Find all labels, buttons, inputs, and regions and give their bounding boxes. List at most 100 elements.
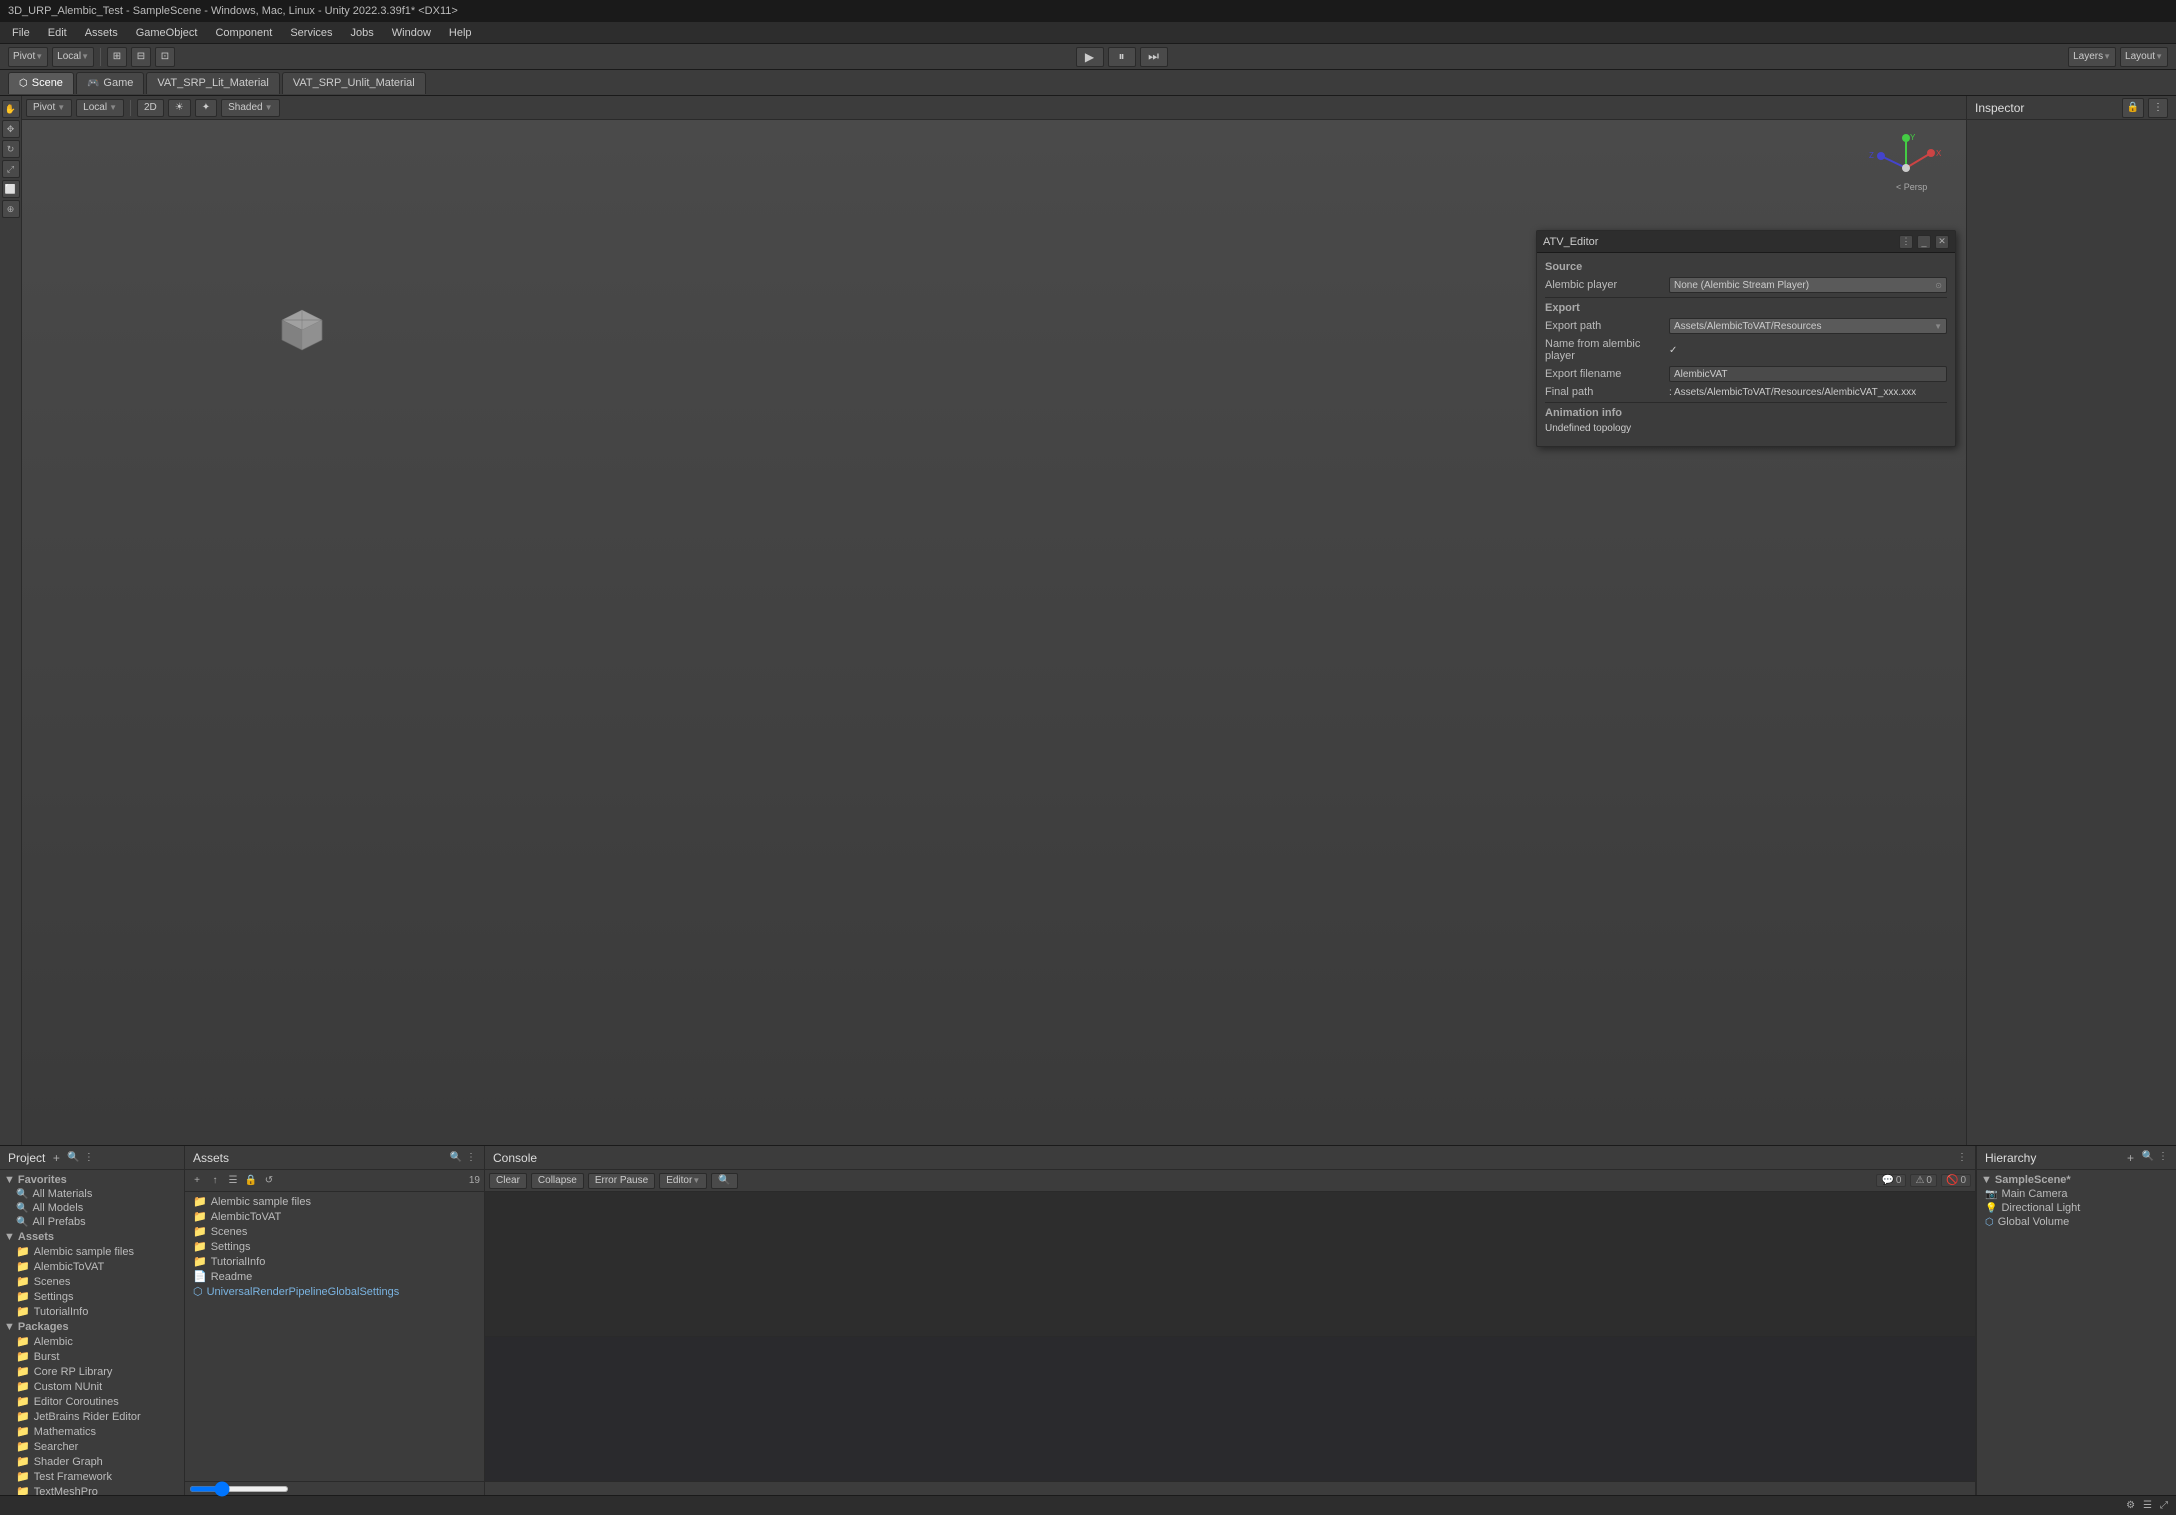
menu-jobs[interactable]: Jobs (343, 25, 382, 41)
asset-alembic-sample[interactable]: 📁 Alembic sample files (185, 1194, 484, 1209)
export-filename-field[interactable]: AlembicVAT (1669, 366, 1947, 382)
toolbar-grid-btn[interactable]: ⊞ (107, 47, 127, 67)
project-item-settings[interactable]: 📁 Settings (0, 1289, 184, 1304)
lighting-btn[interactable]: ☀ (168, 99, 191, 117)
console-error-badge[interactable]: 🚫 0 (1941, 1174, 1971, 1187)
pkg-test-framework[interactable]: 📁 Test Framework (0, 1469, 184, 1484)
layout-btn[interactable]: Layout ▼ (2120, 47, 2168, 67)
hierarchy-item-global-volume[interactable]: ⬡ Global Volume (1977, 1215, 2176, 1229)
rect-tool-btn[interactable]: ⬜ (2, 180, 20, 198)
menu-help[interactable]: Help (441, 25, 480, 41)
asset-scenes[interactable]: 📁 Scenes (185, 1224, 484, 1239)
rotate-tool-btn[interactable]: ↻ (2, 140, 20, 158)
atv-minimize-btn[interactable]: _ (1917, 235, 1931, 249)
project-search-btn[interactable]: 🔍 (67, 1152, 79, 1163)
atv-close-btn[interactable]: ✕ (1935, 235, 1949, 249)
pkg-custom-nunit[interactable]: 📁 Custom NUnit (0, 1379, 184, 1394)
console-filter-btn[interactable]: 🔍 (711, 1173, 737, 1189)
scene-section[interactable]: ▼ SampleScene* (1977, 1172, 2176, 1187)
status-settings-btn[interactable]: ⚙ (2126, 1500, 2135, 1511)
hierarchy-item-main-camera[interactable]: 📷 Main Camera (1977, 1187, 2176, 1201)
favorites-section[interactable]: ▼ Favorites (0, 1172, 184, 1187)
scene-gizmo[interactable]: X Y Z < Persp (1866, 128, 1946, 198)
assets-section[interactable]: ▼ Assets (0, 1229, 184, 1244)
atv-more-btn[interactable]: ⋮ (1899, 235, 1913, 249)
menu-component[interactable]: Component (207, 25, 280, 41)
hierarchy-item-directional-light[interactable]: 💡 Directional Light (1977, 1201, 2176, 1215)
console-clear-btn[interactable]: Clear (489, 1173, 527, 1189)
assets-refresh-btn[interactable]: ↺ (261, 1173, 277, 1189)
inspector-more-btn[interactable]: ⋮ (2148, 98, 2168, 118)
status-expand-btn[interactable]: ⤢ (2160, 1500, 2168, 1511)
assets-more-btn[interactable]: ⋮ (466, 1152, 476, 1163)
pkg-alembic[interactable]: 📁 Alembic (0, 1334, 184, 1349)
menu-file[interactable]: File (4, 25, 38, 41)
menu-window[interactable]: Window (384, 25, 439, 41)
tab-mat1[interactable]: VAT_SRP_Lit_Material (146, 72, 279, 94)
atv-titlebar[interactable]: ATV_Editor ⋮ _ ✕ (1537, 231, 1955, 253)
asset-settings[interactable]: 📁 Settings (185, 1239, 484, 1254)
step-button[interactable]: ⏭ (1140, 47, 1168, 67)
hierarchy-more-btn[interactable]: ⋮ (2158, 1151, 2168, 1165)
project-item-all-models[interactable]: 🔍 All Models (0, 1201, 184, 1215)
inspector-lock-btn[interactable]: 🔒 (2122, 98, 2144, 118)
console-error-pause-btn[interactable]: Error Pause (588, 1173, 655, 1189)
console-log-badge[interactable]: 💬 0 (1876, 1174, 1906, 1187)
menu-edit[interactable]: Edit (40, 25, 75, 41)
alembic-player-field[interactable]: None (Alembic Stream Player) ⊙ (1669, 277, 1947, 293)
toolbar-more-btn[interactable]: ⊡ (155, 47, 175, 67)
console-collapse-btn[interactable]: Collapse (531, 1173, 584, 1189)
status-layers-btn[interactable]: ☰ (2143, 1500, 2152, 1511)
layers-btn[interactable]: Layers ▼ (2068, 47, 2116, 67)
scale-tool-btn[interactable]: ⤢ (2, 160, 20, 178)
project-item-tutorialinfo[interactable]: 📁 TutorialInfo (0, 1304, 184, 1319)
local-dropdown[interactable]: Local ▼ (76, 99, 124, 117)
transform-tool-btn[interactable]: ⊕ (2, 200, 20, 218)
pkg-shader-graph[interactable]: 📁 Shader Graph (0, 1454, 184, 1469)
pkg-mathematics[interactable]: 📁 Mathematics (0, 1424, 184, 1439)
tab-mat2[interactable]: VAT_SRP_Unlit_Material (282, 72, 426, 94)
pkg-searcher[interactable]: 📁 Searcher (0, 1439, 184, 1454)
project-item-alembicvat[interactable]: 📁 AlembicToVAT (0, 1259, 184, 1274)
project-add-btn[interactable]: + (49, 1151, 63, 1165)
assets-reveal-btn[interactable]: ↑ (207, 1173, 223, 1189)
project-item-all-materials[interactable]: 🔍 All Materials (0, 1187, 184, 1201)
asset-urp-settings[interactable]: ⬡ UniversalRenderPipelineGlobalSettings (185, 1284, 484, 1299)
console-editor-dropdown[interactable]: Editor ▼ (659, 1173, 707, 1189)
project-item-all-prefabs[interactable]: 🔍 All Prefabs (0, 1215, 184, 1229)
pivot-dropdown[interactable]: Pivot ▼ (26, 99, 72, 117)
hierarchy-search-btn[interactable]: 🔍 (2142, 1151, 2154, 1165)
console-warn-badge[interactable]: ⚠ 0 (1910, 1174, 1937, 1187)
pkg-textmeshpro[interactable]: 📁 TextMeshPro (0, 1484, 184, 1495)
pkg-core-rp[interactable]: 📁 Core RP Library (0, 1364, 184, 1379)
tab-game[interactable]: 🎮 Game (76, 72, 144, 94)
menu-gameobject[interactable]: GameObject (128, 25, 206, 41)
toolbar-local-btn[interactable]: Local ▼ (52, 47, 94, 67)
hand-tool-btn[interactable]: ✋ (2, 100, 20, 118)
export-path-field[interactable]: Assets/AlembicToVAT/Resources ▼ (1669, 318, 1947, 334)
asset-readme[interactable]: 📄 Readme (185, 1269, 484, 1284)
project-item-alembic-sample[interactable]: 📁 Alembic sample files (0, 1244, 184, 1259)
play-button[interactable]: ▶ (1076, 47, 1104, 67)
asset-tutorialinfo[interactable]: 📁 TutorialInfo (185, 1254, 484, 1269)
menu-assets[interactable]: Assets (77, 25, 126, 41)
assets-lock-btn[interactable]: 🔒 (243, 1173, 259, 1189)
asset-alembicvat[interactable]: 📁 AlembicToVAT (185, 1209, 484, 1224)
menu-services[interactable]: Services (282, 25, 340, 41)
project-more-btn[interactable]: ⋮ (84, 1152, 94, 1163)
2d-btn[interactable]: 2D (137, 99, 164, 117)
project-item-scenes[interactable]: 📁 Scenes (0, 1274, 184, 1289)
hierarchy-add-btn[interactable]: + (2124, 1151, 2138, 1165)
move-tool-btn[interactable]: ✥ (2, 120, 20, 138)
pkg-editor-coroutines[interactable]: 📁 Editor Coroutines (0, 1394, 184, 1409)
fx-btn[interactable]: ✦ (195, 99, 217, 117)
packages-section[interactable]: ▼ Packages (0, 1319, 184, 1334)
pause-button[interactable]: ⏸ (1108, 47, 1136, 67)
toolbar-snap-btn[interactable]: ⊟ (131, 47, 151, 67)
console-more-btn[interactable]: ⋮ (1957, 1152, 1967, 1163)
pkg-jetbrains[interactable]: 📁 JetBrains Rider Editor (0, 1409, 184, 1424)
view-options-btn[interactable]: Shaded ▼ (221, 99, 279, 117)
assets-search-btn[interactable]: 🔍 (450, 1152, 462, 1163)
tab-scene[interactable]: ⬡ Scene (8, 72, 74, 94)
assets-create-btn[interactable]: + (189, 1173, 205, 1189)
